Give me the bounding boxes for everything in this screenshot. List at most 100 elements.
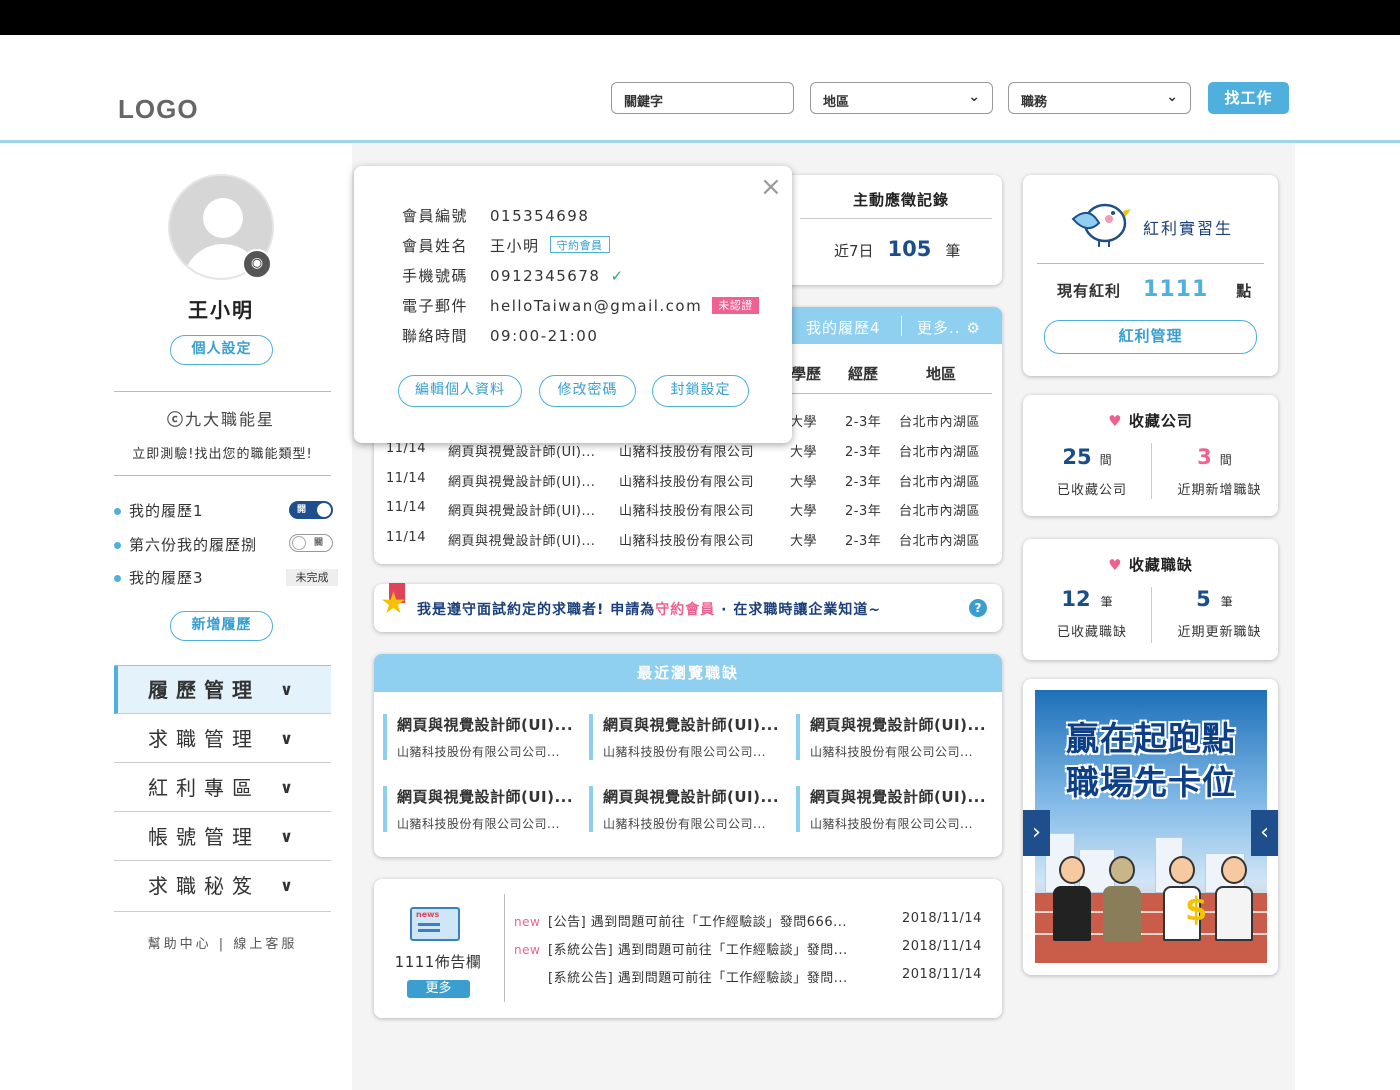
heart-icon: ♥	[1108, 556, 1123, 574]
favorite-companies-card[interactable]: ♥ 收藏公司 25 間 已收藏公司 3間 近期新增職缺	[1023, 395, 1278, 516]
chevron-down-icon: ∨	[280, 876, 293, 895]
header-area: 地區	[926, 365, 957, 383]
region-select[interactable]: 地區 ⌄	[810, 82, 993, 114]
chevron-down-icon: ⌄	[968, 89, 980, 105]
fav-jobs-saved: 12 筆	[1061, 587, 1113, 611]
bulletin-item[interactable]: [系統公告] 遇到問題可前往「工作經驗談」發問... 2018/11/14	[514, 967, 981, 986]
heart-icon: ♥	[1108, 412, 1123, 430]
recent-job-item[interactable]: 網頁與視覺設計師(UI)... 山豬科技股份有限公司公司...	[796, 714, 986, 760]
header-exp: 經歷	[848, 365, 879, 383]
menu-account-management[interactable]: 帳號管理 ∨	[114, 813, 331, 861]
recent-job-item[interactable]: 網頁與視覺設計師(UI)... 山豬科技股份有限公司公司...	[383, 714, 573, 760]
fav-jobs-title: ♥ 收藏職缺	[1108, 556, 1193, 574]
resume-more-link[interactable]: 更多.. ⚙	[917, 317, 981, 338]
camera-icon[interactable]: ◉	[242, 249, 272, 279]
fav-company-new-label: 近期新增職缺	[1177, 483, 1262, 498]
add-resume-button[interactable]: 新增履歷	[170, 611, 273, 641]
job-select-value: 職務	[1021, 95, 1048, 110]
chevron-down-icon: ∨	[280, 680, 293, 699]
resume-tab[interactable]: 我的履歷4	[806, 317, 881, 338]
member-id-row: 會員編號 015354698	[402, 207, 590, 225]
resume-1-toggle[interactable]: 開	[289, 501, 333, 519]
help-icon[interactable]: ?	[969, 599, 987, 617]
email-row: 電子郵件 helloTaiwan@gmail.com 未認證	[402, 295, 759, 316]
job-select[interactable]: 職務 ⌄	[1008, 82, 1191, 114]
fav-company-saved: 25 間	[1062, 445, 1112, 469]
menu-job-management[interactable]: 求職管理 ∨	[114, 715, 331, 763]
verified-check-icon: ✓	[610, 267, 625, 285]
member-name-row: 會員姓名 王小明 守約會員	[402, 235, 610, 256]
fav-company-saved-label: 已收藏公司	[1056, 483, 1127, 498]
block-settings-button[interactable]: 封鎖設定	[652, 375, 749, 407]
resume-2-toggle[interactable]: 關	[289, 534, 333, 552]
logo[interactable]: LOGO	[118, 94, 199, 125]
region-select-value: 地區	[823, 95, 850, 110]
banner-line-1: 贏在起跑點	[1066, 719, 1236, 758]
recent-job-item[interactable]: 網頁與視覺設計師(UI)... 山豬科技股份有限公司公司...	[589, 714, 779, 760]
contact-time-row: 聯絡時間 09:00-21:00	[402, 327, 599, 345]
edit-profile-button[interactable]: 編輯個人資料	[398, 375, 522, 407]
resume-item-1[interactable]: 我的履歷1	[114, 500, 204, 521]
header-edu: 學歷	[791, 365, 822, 383]
menu-bonus-zone[interactable]: 紅利專區 ∨	[114, 764, 331, 812]
bonus-title: 紅利實習生	[1143, 219, 1234, 238]
find-job-button[interactable]: 找工作	[1208, 82, 1289, 114]
chevron-down-icon: ∨	[280, 778, 293, 797]
unverified-badge: 未認證	[712, 297, 759, 314]
star-icon: ★	[380, 586, 407, 621]
personal-settings-button[interactable]: 個人設定	[170, 335, 273, 365]
divider	[114, 475, 331, 476]
bonus-manage-button[interactable]: 紅利管理	[1044, 320, 1257, 354]
applications-title: 主動應徵記錄	[852, 191, 949, 209]
banner-line-2: 職場先卡位	[1066, 763, 1236, 802]
bulletin-item[interactable]: new [系統公告] 遇到問題可前往「工作經驗談」發問... 2018/11/14	[514, 939, 981, 958]
promo-banner[interactable]: 贏在起跑點 職場先卡位 $	[1035, 690, 1267, 963]
recent-jobs-title: 最近瀏覽職缺	[374, 654, 1002, 692]
close-icon[interactable]: ×	[760, 172, 782, 202]
recent-job-item[interactable]: 網頁與視覺設計師(UI)... 山豬科技股份有限公司公司...	[383, 786, 573, 832]
promise-notice[interactable]: ★ 我是遵守面試約定的求職者! 申請為守約會員 · 在求職時讓企業知道~ ?	[374, 583, 1002, 632]
top-black-bar	[0, 0, 1400, 35]
divider	[114, 391, 331, 392]
fav-company-new: 3間	[1197, 445, 1232, 469]
help-links[interactable]: 幫助中心 | 線上客服	[114, 933, 331, 952]
resume-item-2[interactable]: 第六份我的履歷捌	[114, 534, 257, 555]
member-info-popup: 會員編號 015354698 會員姓名 王小明 守約會員 手機號碼 0912345678…	[354, 166, 792, 443]
bulletin-title: 1111佈告欄	[394, 953, 482, 971]
fav-company-title: ♥ 收藏公司	[1108, 412, 1193, 430]
fav-jobs-new: 5筆	[1196, 587, 1233, 611]
banner-next-button[interactable]: ‹	[1251, 810, 1278, 856]
bulletin-more-button[interactable]: 更多	[407, 980, 470, 998]
star-logo-icon: ⓒ	[166, 410, 185, 429]
user-name: 王小明	[188, 298, 254, 322]
recent-job-item[interactable]: 網頁與視覺設計師(UI)... 山豬科技股份有限公司公司...	[796, 786, 986, 832]
recent-job-item[interactable]: 網頁與視覺設計師(UI)... 山豬科技股份有限公司公司...	[589, 786, 779, 832]
bird-icon	[1069, 195, 1135, 247]
notice-text: 我是遵守面試約定的求職者! 申請為守約會員 · 在求職時讓企業知道~	[417, 602, 882, 618]
news-icon: news	[410, 907, 460, 941]
chevron-down-icon: ∨	[280, 827, 293, 846]
applications-stat: 近7日 105 筆	[834, 237, 961, 261]
banner-prev-button[interactable]: ›	[1023, 810, 1050, 856]
fav-jobs-saved-label: 已收藏職缺	[1056, 625, 1127, 640]
favorite-jobs-card[interactable]: ♥ 收藏職缺 12 筆 已收藏職缺 5筆 近期更新職缺	[1023, 539, 1278, 660]
star-test-subtitle[interactable]: 立即測驗!找出您的職能類型!	[114, 443, 331, 462]
star-test-title[interactable]: ⓒ九大職能星	[120, 406, 322, 430]
phone-row: 手機號碼 0912345678 ✓	[402, 267, 625, 285]
bonus-card: 紅利實習生 現有紅利 1111 點 紅利管理	[1023, 175, 1278, 376]
member-tag: 守約會員	[549, 236, 610, 253]
bonus-points: 現有紅利 1111 點	[1057, 277, 1253, 302]
keyword-placeholder: 關鍵字	[624, 95, 664, 110]
fav-jobs-new-label: 近期更新職缺	[1177, 625, 1262, 640]
bulletin-item[interactable]: new [公告] 遇到問題可前往「工作經驗談」發問666... 2018/11/14	[514, 911, 981, 930]
resume-item-3[interactable]: 我的履歷3	[114, 567, 204, 588]
keyword-input[interactable]: 關鍵字	[611, 82, 794, 114]
chevron-down-icon: ⌄	[1166, 89, 1178, 105]
menu-job-tips[interactable]: 求職秘笈 ∨	[114, 862, 331, 912]
status-badge: 未完成	[286, 569, 338, 586]
gear-icon: ⚙	[960, 319, 981, 337]
chevron-down-icon: ∨	[280, 729, 293, 748]
change-password-button[interactable]: 修改密碼	[539, 375, 636, 407]
applications-card[interactable]: 主動應徵記錄 近7日 105 筆	[770, 175, 1002, 285]
menu-resume-management[interactable]: 履歷管理 ∨	[114, 666, 331, 714]
